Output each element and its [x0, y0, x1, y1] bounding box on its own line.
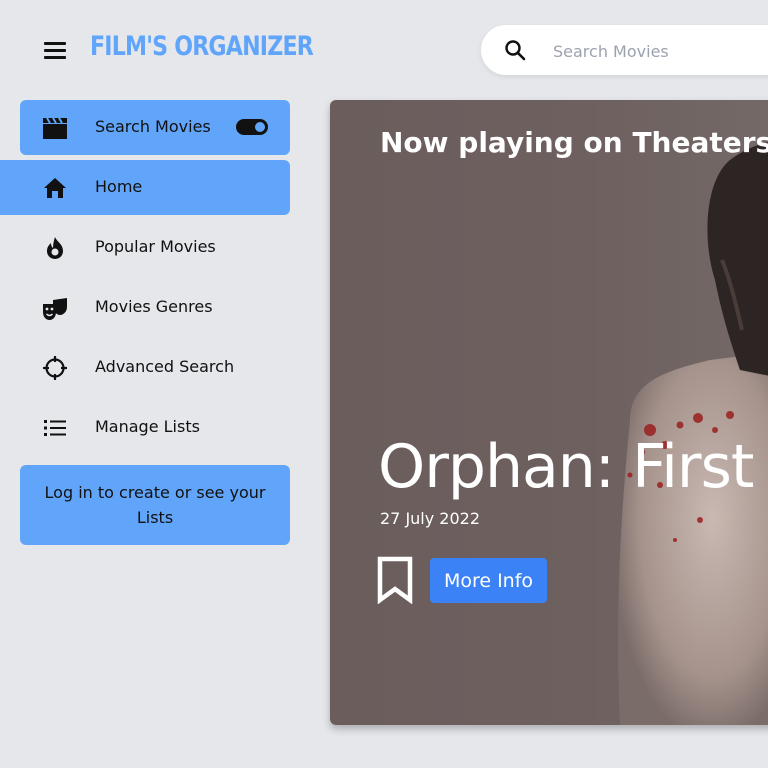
login-prompt-text: Log in to create or see your Lists [44, 483, 266, 527]
sidebar-item-label: Home [95, 177, 143, 196]
sidebar-item-advanced-search[interactable]: Advanced Search [20, 340, 290, 395]
bookmark-icon[interactable] [376, 556, 414, 604]
sidebar-item-label: Advanced Search [95, 357, 235, 376]
search-input[interactable] [551, 38, 755, 64]
movie-backdrop-image [618, 142, 768, 725]
sidebar-item-popular-movies[interactable]: Popular Movies [20, 220, 290, 275]
now-playing-banner[interactable]: Now playing on Theaters Orphan: First Ki… [330, 100, 768, 725]
sidebar-item-search-movies[interactable]: Search Movies [20, 100, 290, 155]
movie-title[interactable]: Orphan: First Kill [378, 432, 768, 502]
sidebar-item-label: Popular Movies [95, 237, 216, 256]
search-icon[interactable] [503, 38, 527, 62]
fire-icon [47, 237, 63, 259]
sidebar-item-movies-genres[interactable]: Movies Genres [20, 280, 290, 335]
app-logo[interactable]: FILM'S ORGANIZER [90, 31, 314, 62]
now-playing-heading: Now playing on Theaters [380, 126, 768, 159]
sidebar-item-label: Movies Genres [95, 297, 213, 316]
home-icon [44, 178, 66, 198]
release-date: 27 July 2022 [380, 509, 481, 528]
theater-masks-icon [43, 298, 67, 320]
sidebar-item-label: Manage Lists [95, 417, 200, 436]
sidebar-item-manage-lists[interactable]: Manage Lists [20, 400, 290, 455]
list-icon [44, 420, 66, 436]
sidebar-item-label: Search Movies [95, 117, 211, 136]
clapperboard-icon [43, 117, 67, 139]
sidebar-item-home[interactable]: Home [0, 160, 290, 215]
login-prompt-button[interactable]: Log in to create or see your Lists [20, 465, 290, 545]
crosshair-icon [43, 356, 67, 380]
search-mode-toggle[interactable] [236, 119, 268, 135]
hamburger-menu-icon[interactable] [40, 38, 70, 62]
more-info-button[interactable]: More Info [430, 558, 547, 603]
search-bar[interactable] [481, 25, 768, 75]
